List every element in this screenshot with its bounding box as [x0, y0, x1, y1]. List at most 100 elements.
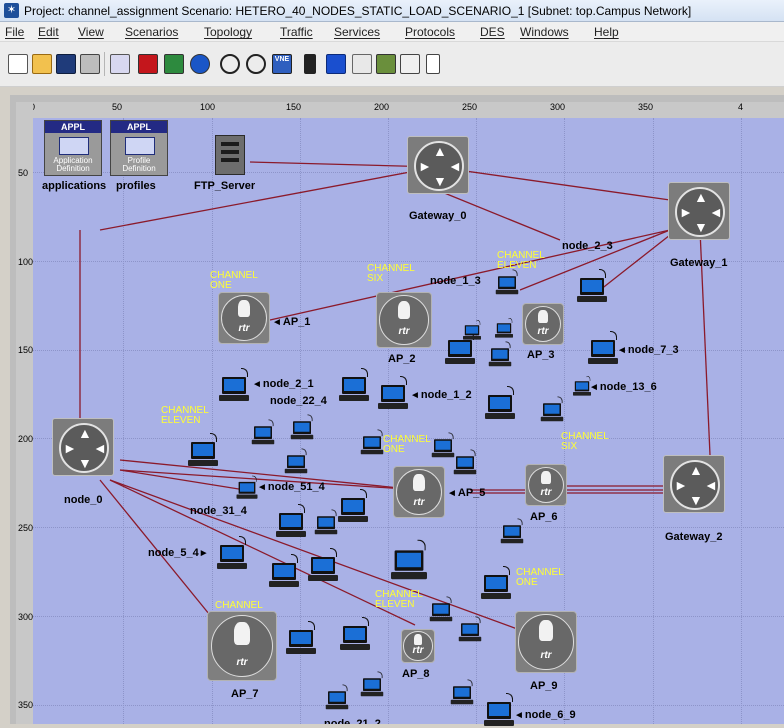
rtr-text: rtr	[412, 645, 424, 657]
arrow-right-icon: ►	[674, 477, 688, 493]
ap-1-label: ◄AP_1	[272, 316, 311, 328]
arrow-down-icon: ▼	[78, 455, 92, 471]
workstation-icon[interactable]	[485, 386, 515, 421]
channel-label: CHANNEL ELEVEN	[375, 589, 423, 610]
access-point-icon[interactable]: rtr	[515, 611, 577, 673]
link-gateway0-gateway1	[436, 166, 671, 201]
workstation-icon[interactable]	[488, 341, 512, 368]
node-31-4-label: node_31_4	[190, 505, 247, 517]
node-2-3-label: node_2_3	[562, 240, 613, 252]
workstation-icon[interactable]	[495, 269, 519, 296]
workstation-icon[interactable]	[540, 396, 564, 423]
gateway-2-label: Gateway_2	[665, 531, 723, 543]
workstation-icon[interactable]	[431, 432, 455, 459]
node-1-2-label: ◄node_1_2	[410, 389, 472, 401]
link-gateway0-node0-a	[99, 166, 438, 231]
node-7-3-label: ◄node_7_3	[617, 344, 679, 356]
workstation-icon[interactable]	[481, 566, 511, 601]
profile-definition-node[interactable]: APPL Profile Definition	[110, 120, 168, 176]
workstation-icon[interactable]	[188, 433, 218, 468]
workstation-icon[interactable]	[360, 429, 384, 456]
node-1-3-label: node_1_3	[430, 275, 481, 287]
router-icon[interactable]: ▲ ▼ ► ◄	[663, 455, 725, 513]
workstation-icon[interactable]	[269, 554, 299, 589]
profiles-label: profiles	[116, 180, 156, 192]
workstation-icon[interactable]	[217, 536, 247, 571]
access-point-icon[interactable]: rtr	[376, 292, 432, 348]
workstation-icon[interactable]	[458, 616, 482, 643]
rtr-text: rtr	[236, 656, 248, 668]
workstation-icon[interactable]	[577, 269, 607, 304]
router-icon[interactable]: ▲ ▼ ► ◄	[668, 182, 730, 240]
server-bay	[221, 150, 239, 154]
access-point-icon[interactable]: rtr	[522, 303, 564, 345]
server-bay	[221, 142, 239, 146]
arrow-right-icon: ►	[418, 158, 432, 174]
workstation-icon[interactable]	[495, 317, 513, 339]
workstation-icon[interactable]	[276, 504, 306, 539]
gateway-1-label: Gateway_1	[670, 257, 728, 269]
application-definition-node[interactable]: APPL Application Definition	[44, 120, 102, 176]
workstation-icon[interactable]	[588, 331, 618, 366]
ap-7-label: AP_7	[231, 688, 259, 700]
channel-label: CHANNEL	[215, 600, 263, 611]
server-bay	[221, 158, 239, 162]
workstation-icon[interactable]	[251, 419, 275, 446]
arrow-left-icon: ◄	[704, 477, 718, 493]
access-point-icon[interactable]: rtr	[525, 464, 567, 506]
arrow-down-icon: ▼	[433, 173, 447, 189]
channel-label: CHANNEL SIX	[561, 431, 609, 452]
ap-figure	[414, 634, 422, 646]
ap-figure	[238, 300, 250, 317]
ftp-server-icon[interactable]	[215, 135, 245, 175]
workstation-icon[interactable]	[340, 617, 370, 652]
node-partial-label: node_21_2	[324, 718, 381, 724]
workstation-icon[interactable]	[360, 671, 384, 698]
workstation-icon[interactable]	[450, 679, 474, 706]
ftp-server-label: FTP_Server	[194, 180, 256, 192]
channel-label: CHANNEL ONE	[383, 434, 431, 455]
arrow-right-icon: ►	[679, 204, 693, 220]
workstation-icon[interactable]	[378, 376, 408, 411]
workstation-icon[interactable]	[500, 518, 524, 545]
access-point-icon[interactable]: rtr	[218, 292, 270, 344]
access-point-icon[interactable]: rtr	[207, 611, 277, 681]
workstation-icon[interactable]	[219, 368, 249, 403]
applications-label: applications	[42, 180, 107, 192]
router-icon[interactable]: ▲ ▼ ► ◄	[407, 136, 469, 194]
workstation-icon[interactable]	[325, 684, 349, 711]
arrow-down-icon: ▼	[689, 492, 703, 508]
access-point-icon[interactable]: rtr	[401, 629, 435, 663]
arrow-up-icon: ▲	[78, 425, 92, 441]
workstation-icon[interactable]	[290, 414, 314, 441]
arrow-up-icon: ▲	[689, 462, 703, 478]
workstation-icon[interactable]	[445, 331, 475, 366]
arrow-down-icon: ▼	[694, 219, 708, 235]
node-22-4-label: node_22_4	[270, 395, 327, 407]
rtr-text: rtr	[238, 323, 250, 334]
workstation-icon[interactable]	[338, 489, 368, 524]
node-13-6-label: ◄node_13_6	[589, 381, 657, 393]
workstation-icon[interactable]	[484, 693, 514, 728]
router-icon[interactable]: ▲ ▼ ► ◄	[52, 418, 114, 476]
workstation-icon[interactable]	[453, 449, 477, 476]
ap-figure	[413, 474, 425, 491]
ap-3-label: AP_3	[527, 349, 555, 361]
workstation-icon[interactable]	[391, 539, 427, 581]
workstation-icon[interactable]	[284, 448, 308, 475]
workstation-icon[interactable]	[286, 621, 316, 656]
access-point-icon[interactable]: rtr	[393, 466, 445, 518]
application-icon	[59, 137, 89, 155]
workstation-icon[interactable]	[314, 509, 338, 536]
node-5-4-label: node_5_4►	[148, 547, 209, 559]
profile-icon	[125, 137, 155, 155]
workstation-icon[interactable]	[236, 475, 258, 500]
workstation-icon[interactable]	[463, 319, 481, 341]
workstation-icon[interactable]	[308, 548, 338, 583]
arrow-up-icon: ▲	[694, 189, 708, 205]
workstation-icon[interactable]	[339, 368, 369, 403]
appl-header: APPL	[45, 121, 101, 133]
appl-caption: Application Definition	[53, 156, 93, 173]
arrow-left-icon: ◄	[448, 158, 462, 174]
workstation-icon[interactable]	[429, 596, 453, 623]
